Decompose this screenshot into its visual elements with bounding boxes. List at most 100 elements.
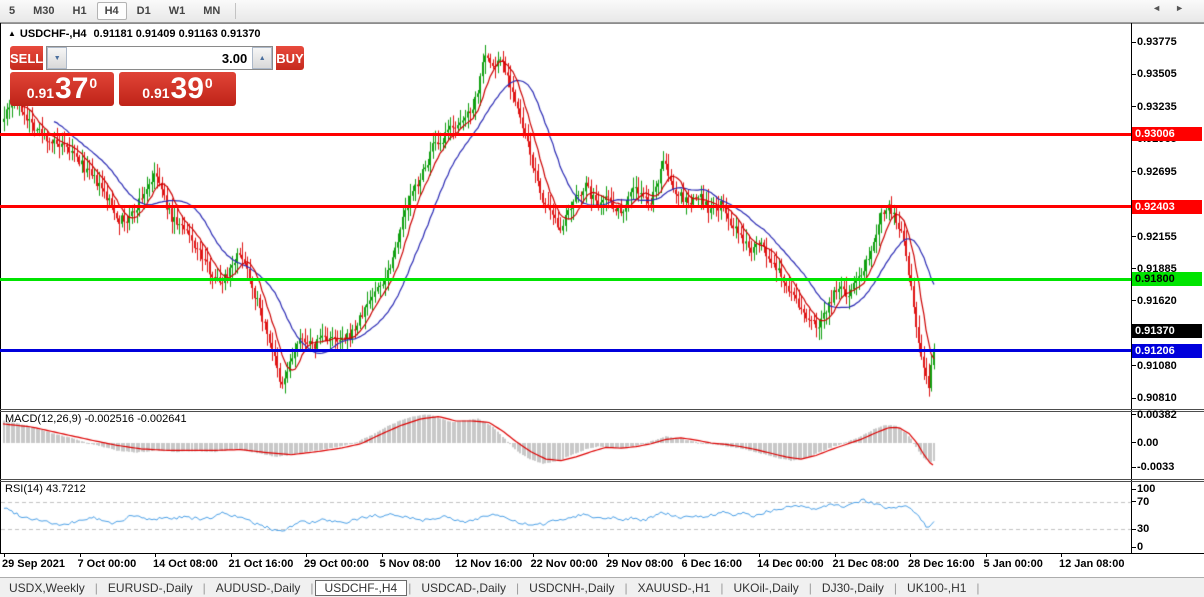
date-label: 28 Dec 16:00 [908, 558, 975, 570]
date-tick-mark [155, 553, 156, 557]
date-tick-mark [759, 553, 760, 557]
volume-input[interactable] [67, 47, 252, 69]
price-axis-border [1131, 23, 1132, 553]
timeframe-m30[interactable]: M30 [25, 2, 62, 20]
timeframe-5[interactable]: 5 [1, 2, 23, 20]
macd-tick-mark [1131, 442, 1136, 443]
rsi-panel-canvas[interactable] [1, 483, 1131, 553]
price-tick-mark [1131, 268, 1136, 269]
macd-tick-label: 0.00382 [1137, 408, 1201, 422]
date-label: 21 Oct 16:00 [229, 558, 294, 570]
chart-symbol-label: USDCHF-,H4 [20, 28, 87, 40]
tab-separator: | [975, 581, 980, 595]
buy-price-sup: 0 [205, 75, 213, 91]
chart-tab-eurusd-daily[interactable]: EURUSD-,Daily [99, 580, 202, 596]
timeframe-h4[interactable]: H4 [97, 2, 127, 20]
price-tick-label: 0.92155 [1137, 230, 1201, 244]
price-tick-mark [1131, 171, 1136, 172]
chart-tab-dj30-daily[interactable]: DJ30-,Daily [813, 580, 893, 596]
chart-tab-xauusd-h1[interactable]: XAUUSD-,H1 [629, 580, 720, 596]
rsi-tick-label: 70 [1137, 495, 1201, 509]
price-tick-label: 0.93235 [1137, 100, 1201, 114]
date-label: 5 Nov 08:00 [380, 558, 441, 570]
price-label-current-price: 0.91370 [1132, 324, 1202, 338]
buy-price-button[interactable]: 0.91 39 0 [119, 72, 236, 106]
chart-tab-usdx-weekly[interactable]: USDX,Weekly [0, 580, 94, 596]
date-label: 14 Oct 08:00 [153, 558, 218, 570]
chart-tab-ukoil-daily[interactable]: UKOil-,Daily [724, 580, 807, 596]
chart-tab-audusd-daily[interactable]: AUDUSD-,Daily [207, 580, 310, 596]
date-label: 29 Oct 00:00 [304, 558, 369, 570]
macd-tick-mark [1131, 467, 1136, 468]
chart-tab-usdcnh-daily[interactable]: USDCNH-,Daily [520, 580, 623, 596]
buy-price-main: 39 [171, 74, 204, 104]
sell-price-sup: 0 [89, 75, 97, 91]
date-tick-mark [835, 553, 836, 557]
panel-separator [0, 479, 1204, 480]
date-tick-mark [684, 553, 685, 557]
timeframe-d1[interactable]: D1 [129, 2, 159, 20]
sell-price-prefix: 0.91 [27, 85, 54, 101]
date-label: 14 Dec 00:00 [757, 558, 824, 570]
chart-bottom-border [0, 553, 1204, 554]
price-label-resistance-upper: 0.93006 [1132, 127, 1202, 141]
chart-left-border [0, 23, 1, 553]
price-tick-label: 0.93775 [1137, 35, 1201, 49]
tab-scroll-right-icon[interactable]: ► [1175, 3, 1198, 13]
collapse-triangle-icon[interactable]: ▲ [8, 29, 16, 38]
chart-tab-uk100-h1[interactable]: UK100-,H1 [898, 580, 975, 596]
timeframe-w1[interactable]: W1 [161, 2, 194, 20]
timeframe-h1[interactable]: H1 [65, 2, 95, 20]
date-tick-mark [910, 553, 911, 557]
price-tick-mark [1131, 106, 1136, 107]
hline-resistance-upper[interactable] [0, 133, 1131, 136]
date-tick-mark [4, 553, 5, 557]
hline-resistance-lower[interactable] [0, 205, 1131, 208]
price-tick-label: 0.91080 [1137, 359, 1201, 373]
macd-label: MACD(12,26,9) -0.002516 -0.002641 [5, 413, 187, 425]
price-tick-mark [1131, 74, 1136, 75]
date-tick-mark [80, 553, 81, 557]
buy-button[interactable]: BUY [276, 46, 303, 70]
date-label: 6 Dec 16:00 [682, 558, 743, 570]
macd-tick-label: -0.0033 [1137, 460, 1201, 474]
tab-scroll-left-icon[interactable]: ◄ [1152, 3, 1175, 13]
price-tick-mark [1131, 300, 1136, 301]
price-tick-mark [1131, 42, 1136, 43]
rsi-tick-mark [1131, 489, 1136, 490]
volume-increase-icon[interactable]: ▲ [252, 47, 272, 69]
volume-stepper: ▼ ▲ [46, 46, 273, 70]
date-tick-mark [382, 553, 383, 557]
hline-support-blue[interactable] [0, 349, 1131, 352]
date-tick-mark [986, 553, 987, 557]
price-tick-label: 0.93505 [1137, 67, 1201, 81]
date-tick-mark [306, 553, 307, 557]
tabbar-scroll-arrows: ◄► [1152, 3, 1198, 13]
hline-pivot-green[interactable] [0, 278, 1131, 281]
panel-separator [0, 411, 1204, 412]
date-label: 7 Oct 00:00 [78, 558, 137, 570]
panel-separator [0, 481, 1204, 482]
date-label: 21 Dec 08:00 [833, 558, 900, 570]
rsi-tick-label: 30 [1137, 522, 1201, 536]
date-tick-mark [533, 553, 534, 557]
price-tick-label: 0.92695 [1137, 165, 1201, 179]
sell-price-button[interactable]: 0.91 37 0 [10, 72, 114, 106]
volume-decrease-icon[interactable]: ▼ [47, 47, 67, 69]
chart-tab-usdchf-h4[interactable]: USDCHF-,H4 [315, 580, 408, 596]
macd-tick-mark [1131, 414, 1136, 415]
rsi-label: RSI(14) 43.7212 [5, 483, 86, 495]
price-label-support-blue: 0.91206 [1132, 344, 1202, 358]
chart-top-border [0, 23, 1204, 24]
chart-title: ▲ USDCHF-,H4 0.91181 0.91409 0.91163 0.913… [8, 28, 261, 40]
date-tick-mark [231, 553, 232, 557]
mt4-window: 5M30H1H4D1W1MN ▲ USDCHF-,H4 0.91181 0.9140… [0, 0, 1204, 597]
rsi-tick-mark [1131, 547, 1136, 548]
chart-ohlc-values: 0.91181 0.91409 0.91163 0.91370 [94, 28, 261, 40]
macd-tick-label: 0.00 [1137, 436, 1201, 450]
timeframe-mn[interactable]: MN [195, 2, 228, 20]
date-label: 5 Jan 00:00 [984, 558, 1043, 570]
sell-button[interactable]: SELL [10, 46, 43, 70]
chart-tab-usdcad-daily[interactable]: USDCAD-,Daily [412, 580, 515, 596]
price-tick-mark [1131, 236, 1136, 237]
